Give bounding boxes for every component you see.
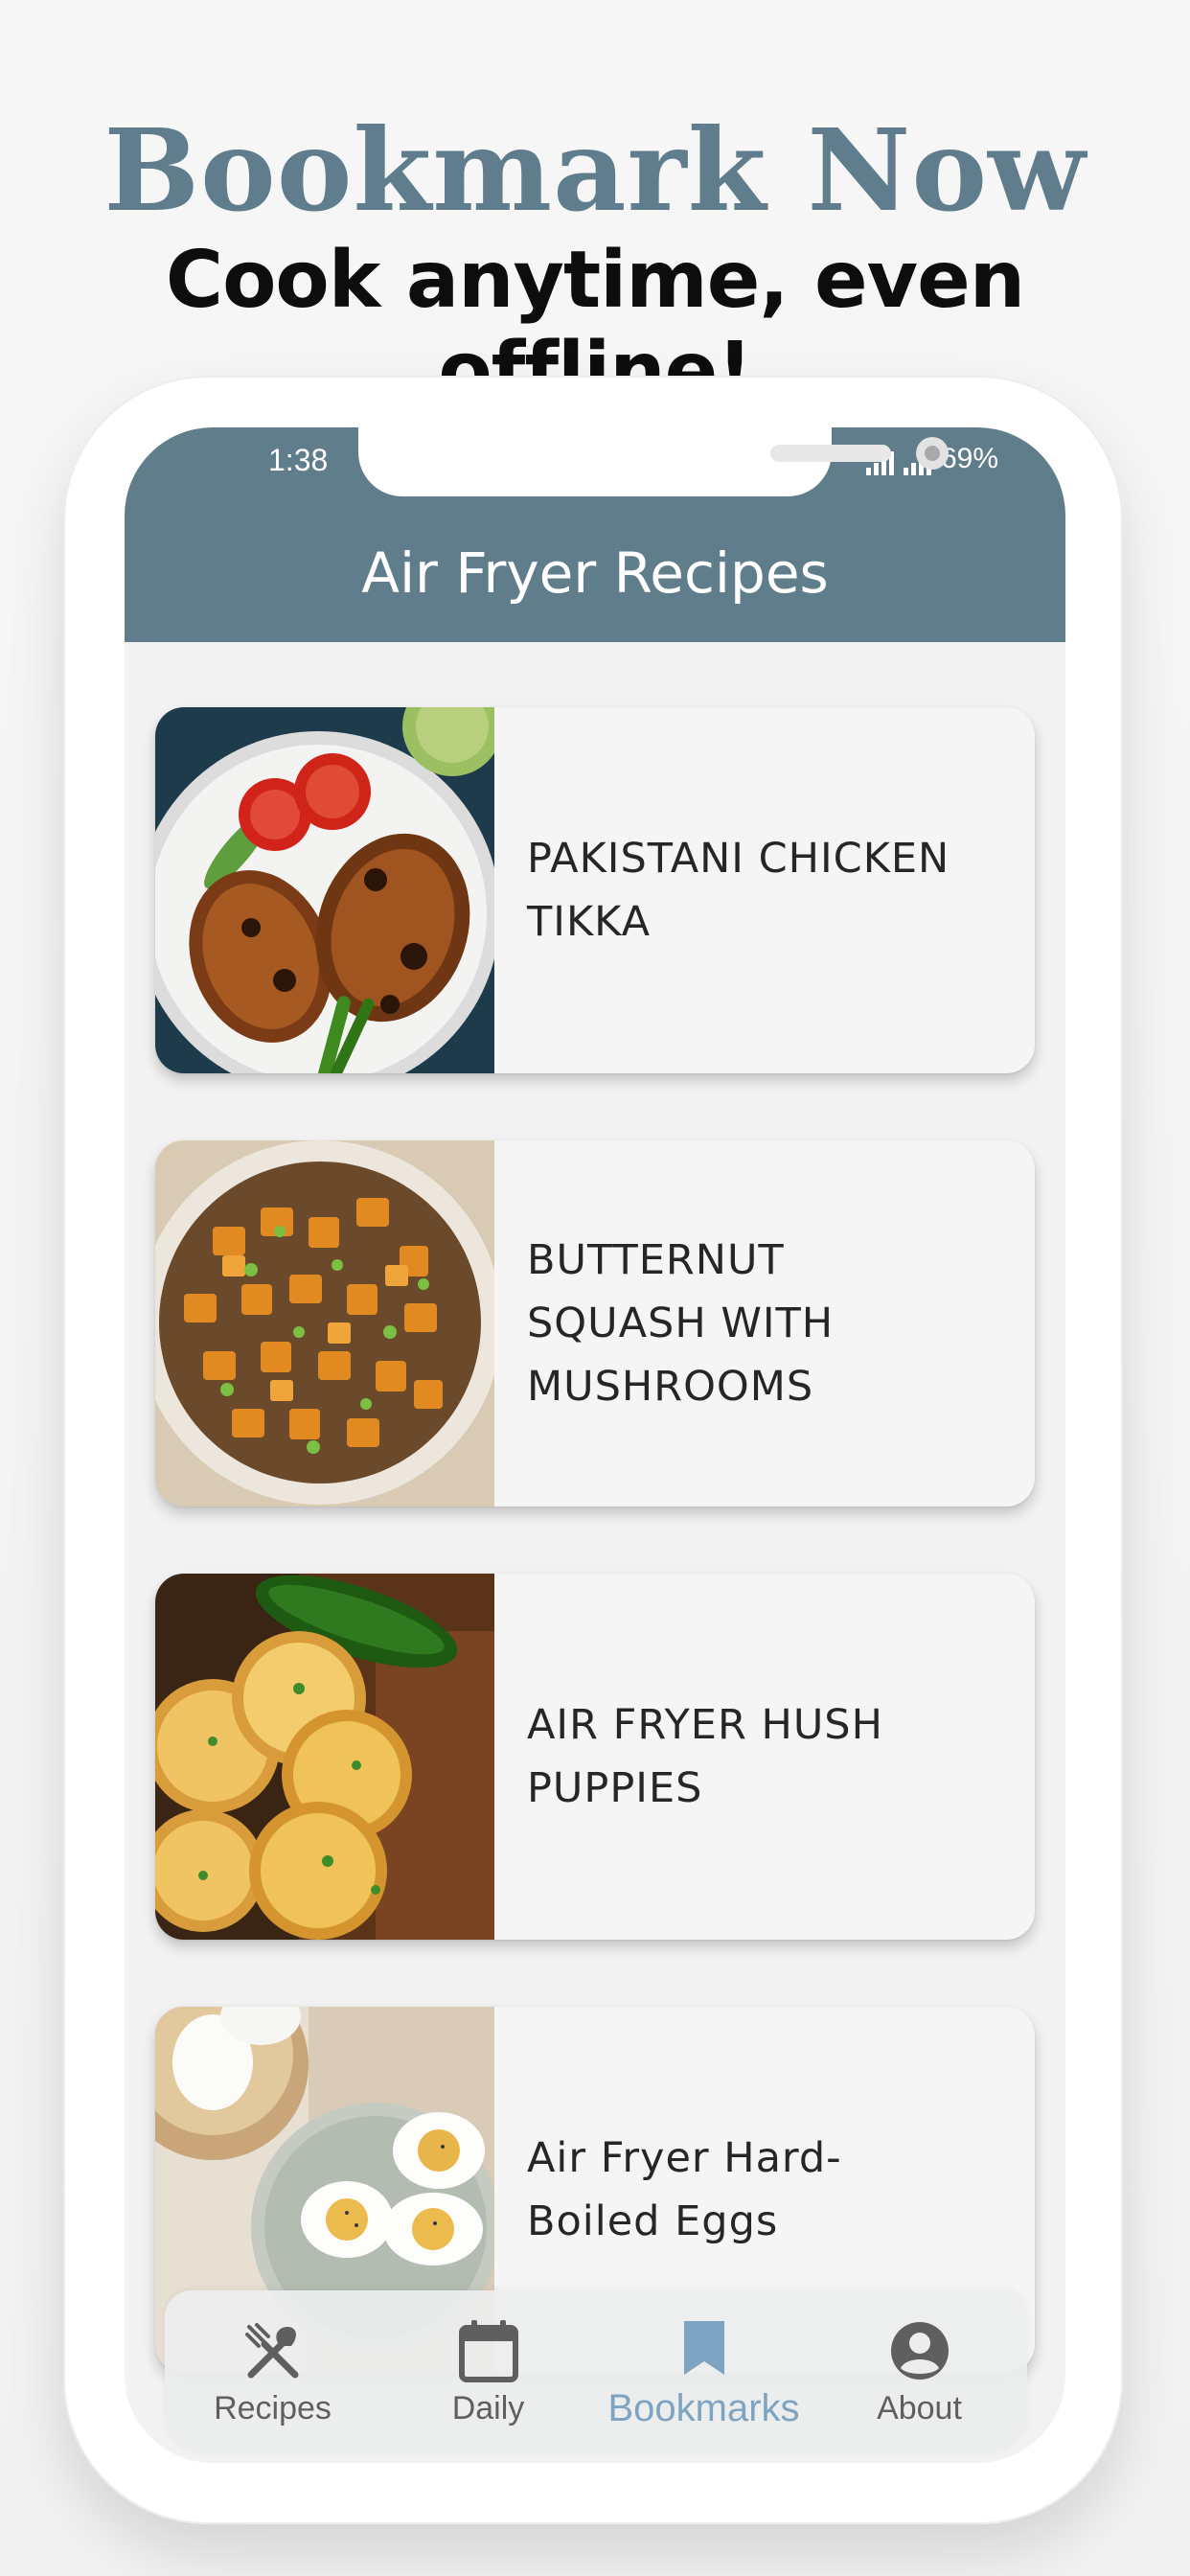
hush-puppies-photo — [155, 1574, 494, 1940]
battery-level: 69% — [940, 443, 998, 474]
nav-item-about[interactable]: About — [812, 2290, 1027, 2453]
phone-notch — [358, 427, 949, 496]
nav-item-recipes[interactable]: Recipes — [165, 2290, 380, 2453]
fork-knife-icon — [240, 2317, 307, 2384]
promo-headline: Bookmark Now — [103, 104, 1087, 237]
nav-item-bookmarks[interactable]: Bookmarks — [596, 2290, 812, 2453]
nav-label: Daily — [451, 2389, 525, 2426]
bottom-navigation: Recipes Daily Bookmarks About — [165, 2290, 1027, 2453]
nav-label: About — [877, 2389, 962, 2426]
phone-screen: 1:38 69% Air Fryer Recipes PAKISTANI CHI… — [125, 427, 1065, 2463]
recipe-image — [155, 707, 494, 1073]
phone-side-button — [57, 636, 63, 707]
camera-icon — [916, 437, 949, 470]
nav-label: Recipes — [214, 2389, 332, 2426]
recipe-card[interactable]: PAKISTANI CHICKEN TIKKA — [155, 707, 1035, 1073]
app-bar: 1:38 69% Air Fryer Recipes — [125, 427, 1065, 642]
phone-side-button — [1123, 822, 1129, 1045]
phone-side-button — [57, 774, 63, 918]
recipe-card[interactable]: BUTTERNUT SQUASH WITH MUSHROOMS — [155, 1140, 1035, 1506]
page-title: Air Fryer Recipes — [361, 540, 829, 606]
recipe-image — [155, 1140, 494, 1506]
nav-label: Bookmarks — [607, 2386, 800, 2429]
speaker-grille — [770, 445, 891, 462]
recipe-title: PAKISTANI CHICKEN TIKKA — [527, 835, 950, 946]
status-time: 1:38 — [268, 443, 329, 477]
phone-side-button — [57, 954, 63, 1098]
calendar-icon — [455, 2317, 522, 2384]
recipe-card[interactable]: AIR FRYER HUSH PUPPIES — [155, 1574, 1035, 1940]
recipe-image — [155, 1574, 494, 1940]
grilled-chicken-photo — [155, 707, 494, 1073]
bookmark-icon — [671, 2314, 738, 2381]
recipe-title: BUTTERNUT SQUASH WITH MUSHROOMS — [527, 1236, 835, 1411]
recipe-title: AIR FRYER HUSH PUPPIES — [527, 1701, 883, 1812]
nav-item-daily[interactable]: Daily — [380, 2290, 596, 2453]
squash-mushroom-photo — [155, 1140, 494, 1506]
account-circle-icon — [886, 2317, 953, 2384]
